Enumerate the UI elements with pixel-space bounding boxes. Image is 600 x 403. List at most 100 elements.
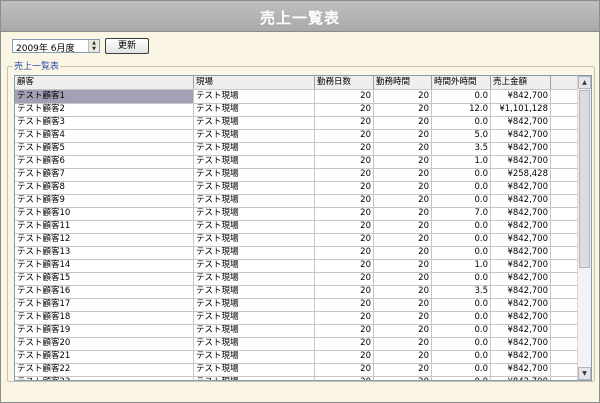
cell-sales[interactable]: ¥842,700 bbox=[491, 324, 551, 337]
cell-work-hours[interactable]: 20 bbox=[374, 181, 432, 194]
table-row[interactable]: テスト顧客21 テスト現場 20 20 0.0 ¥842,700 bbox=[15, 350, 580, 364]
cell-work-hours[interactable]: 20 bbox=[374, 285, 432, 298]
cell-site[interactable]: テスト現場 bbox=[194, 220, 315, 233]
cell-work-hours[interactable]: 20 bbox=[374, 90, 432, 103]
cell-work-days[interactable]: 20 bbox=[315, 259, 374, 272]
cell-overtime[interactable]: 1.0 bbox=[432, 155, 491, 168]
cell-customer[interactable]: テスト顧客14 bbox=[15, 259, 194, 272]
cell-overtime[interactable]: 3.5 bbox=[432, 285, 491, 298]
cell-work-hours[interactable]: 20 bbox=[374, 155, 432, 168]
col-header-work-hours[interactable]: 勤務時間 bbox=[374, 76, 432, 89]
cell-site[interactable]: テスト現場 bbox=[194, 246, 315, 259]
table-row[interactable]: テスト顧客16 テスト現場 20 20 3.5 ¥842,700 bbox=[15, 285, 580, 299]
refresh-button[interactable]: 更新 bbox=[105, 38, 149, 54]
cell-customer[interactable]: テスト顧客18 bbox=[15, 311, 194, 324]
cell-sales[interactable]: ¥842,700 bbox=[491, 259, 551, 272]
cell-site[interactable]: テスト現場 bbox=[194, 142, 315, 155]
cell-work-hours[interactable]: 20 bbox=[374, 350, 432, 363]
cell-work-hours[interactable]: 20 bbox=[374, 298, 432, 311]
cell-sales[interactable]: ¥842,700 bbox=[491, 376, 551, 380]
cell-work-days[interactable]: 20 bbox=[315, 103, 374, 116]
table-row[interactable]: テスト顧客5 テスト現場 20 20 3.5 ¥842,700 bbox=[15, 142, 580, 156]
table-row[interactable]: テスト顧客4 テスト現場 20 20 5.0 ¥842,700 bbox=[15, 129, 580, 143]
cell-site[interactable]: テスト現場 bbox=[194, 285, 315, 298]
cell-sales[interactable]: ¥842,700 bbox=[491, 298, 551, 311]
cell-site[interactable]: テスト現場 bbox=[194, 103, 315, 116]
table-row[interactable]: テスト顧客19 テスト現場 20 20 0.0 ¥842,700 bbox=[15, 324, 580, 338]
cell-site[interactable]: テスト現場 bbox=[194, 194, 315, 207]
cell-site[interactable]: テスト現場 bbox=[194, 324, 315, 337]
cell-customer[interactable]: テスト顧客19 bbox=[15, 324, 194, 337]
cell-work-hours[interactable]: 20 bbox=[374, 103, 432, 116]
cell-work-days[interactable]: 20 bbox=[315, 246, 374, 259]
cell-overtime[interactable]: 0.0 bbox=[432, 337, 491, 350]
cell-work-days[interactable]: 20 bbox=[315, 142, 374, 155]
cell-work-hours[interactable]: 20 bbox=[374, 376, 432, 380]
cell-site[interactable]: テスト現場 bbox=[194, 181, 315, 194]
cell-customer[interactable]: テスト顧客4 bbox=[15, 129, 194, 142]
cell-overtime[interactable]: 0.0 bbox=[432, 350, 491, 363]
cell-work-days[interactable]: 20 bbox=[315, 116, 374, 129]
cell-sales[interactable]: ¥842,700 bbox=[491, 233, 551, 246]
cell-site[interactable]: テスト現場 bbox=[194, 259, 315, 272]
cell-overtime[interactable]: 0.0 bbox=[432, 363, 491, 376]
cell-site[interactable]: テスト現場 bbox=[194, 155, 315, 168]
cell-sales[interactable]: ¥842,700 bbox=[491, 90, 551, 103]
cell-sales[interactable]: ¥842,700 bbox=[491, 272, 551, 285]
cell-work-days[interactable]: 20 bbox=[315, 220, 374, 233]
cell-site[interactable]: テスト現場 bbox=[194, 298, 315, 311]
cell-work-hours[interactable]: 20 bbox=[374, 363, 432, 376]
table-row[interactable]: テスト顧客9 テスト現場 20 20 0.0 ¥842,700 bbox=[15, 194, 580, 208]
cell-site[interactable]: テスト現場 bbox=[194, 116, 315, 129]
scroll-thumb[interactable] bbox=[579, 90, 590, 268]
cell-customer[interactable]: テスト顧客17 bbox=[15, 298, 194, 311]
cell-sales[interactable]: ¥842,700 bbox=[491, 337, 551, 350]
cell-work-hours[interactable]: 20 bbox=[374, 168, 432, 181]
cell-work-days[interactable]: 20 bbox=[315, 181, 374, 194]
col-header-overtime[interactable]: 時間外時間 bbox=[432, 76, 491, 89]
table-row[interactable]: テスト顧客12 テスト現場 20 20 0.0 ¥842,700 bbox=[15, 233, 580, 247]
cell-site[interactable]: テスト現場 bbox=[194, 363, 315, 376]
cell-work-hours[interactable]: 20 bbox=[374, 129, 432, 142]
cell-site[interactable]: テスト現場 bbox=[194, 337, 315, 350]
cell-work-hours[interactable]: 20 bbox=[374, 259, 432, 272]
scroll-down-icon[interactable]: ▼ bbox=[578, 367, 591, 380]
cell-work-days[interactable]: 20 bbox=[315, 233, 374, 246]
cell-overtime[interactable]: 1.0 bbox=[432, 259, 491, 272]
cell-work-days[interactable]: 20 bbox=[315, 168, 374, 181]
cell-work-days[interactable]: 20 bbox=[315, 129, 374, 142]
table-row[interactable]: テスト顧客18 テスト現場 20 20 0.0 ¥842,700 bbox=[15, 311, 580, 325]
cell-site[interactable]: テスト現場 bbox=[194, 233, 315, 246]
cell-work-hours[interactable]: 20 bbox=[374, 142, 432, 155]
cell-work-hours[interactable]: 20 bbox=[374, 337, 432, 350]
cell-overtime[interactable]: 0.0 bbox=[432, 90, 491, 103]
cell-overtime[interactable]: 0.0 bbox=[432, 194, 491, 207]
cell-sales[interactable]: ¥842,700 bbox=[491, 363, 551, 376]
cell-work-hours[interactable]: 20 bbox=[374, 116, 432, 129]
table-row[interactable]: テスト顧客14 テスト現場 20 20 1.0 ¥842,700 bbox=[15, 259, 580, 273]
cell-overtime[interactable]: 0.0 bbox=[432, 181, 491, 194]
cell-site[interactable]: テスト現場 bbox=[194, 207, 315, 220]
table-row[interactable]: テスト顧客6 テスト現場 20 20 1.0 ¥842,700 bbox=[15, 155, 580, 169]
table-row[interactable]: テスト顧客7 テスト現場 20 20 0.0 ¥258,428 bbox=[15, 168, 580, 182]
cell-customer[interactable]: テスト顧客6 bbox=[15, 155, 194, 168]
cell-overtime[interactable]: 0.0 bbox=[432, 233, 491, 246]
cell-customer[interactable]: テスト顧客2 bbox=[15, 103, 194, 116]
cell-customer[interactable]: テスト顧客3 bbox=[15, 116, 194, 129]
period-stepper[interactable]: 2009年 6月度 ▲ ▼ bbox=[12, 39, 100, 54]
cell-customer[interactable]: テスト顧客1 bbox=[15, 90, 194, 103]
cell-sales[interactable]: ¥842,700 bbox=[491, 142, 551, 155]
sales-table[interactable]: 顧客 現場 勤務日数 勤務時間 時間外時間 売上金額 テスト顧客1 テスト現場 20… bbox=[14, 75, 592, 381]
cell-work-days[interactable]: 20 bbox=[315, 311, 374, 324]
cell-customer[interactable]: テスト顧客16 bbox=[15, 285, 194, 298]
cell-site[interactable]: テスト現場 bbox=[194, 350, 315, 363]
period-value[interactable]: 2009年 6月度 bbox=[16, 41, 75, 54]
cell-overtime[interactable]: 0.0 bbox=[432, 311, 491, 324]
cell-overtime[interactable]: 12.0 bbox=[432, 103, 491, 116]
cell-customer[interactable]: テスト顧客11 bbox=[15, 220, 194, 233]
cell-site[interactable]: テスト現場 bbox=[194, 168, 315, 181]
cell-sales[interactable]: ¥842,700 bbox=[491, 246, 551, 259]
table-row[interactable]: テスト顧客2 テスト現場 20 20 12.0 ¥1,101,128 bbox=[15, 103, 580, 117]
cell-site[interactable]: テスト現場 bbox=[194, 272, 315, 285]
cell-sales[interactable]: ¥842,700 bbox=[491, 116, 551, 129]
